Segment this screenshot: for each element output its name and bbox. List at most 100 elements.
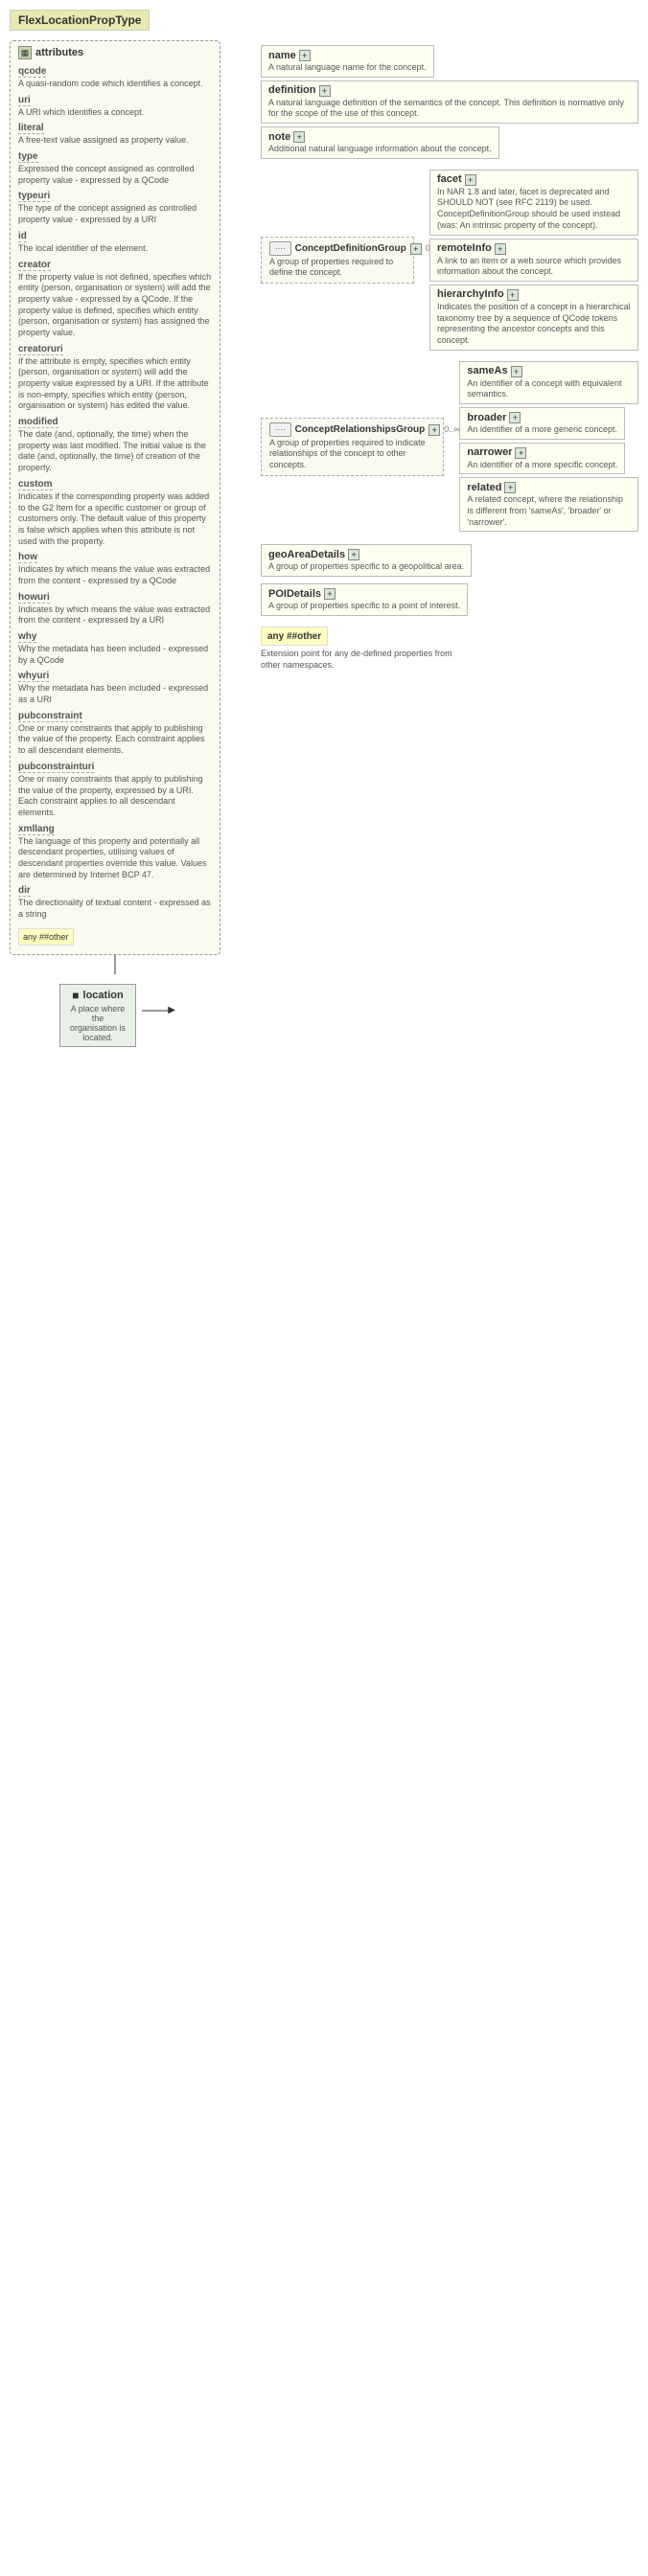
prop-related-expand[interactable]: +: [504, 482, 516, 493]
attr-id-name: id: [18, 231, 27, 242]
attr-typeuri-name: typeuri: [18, 191, 50, 202]
prop-note-box: note + Additional natural language infor…: [261, 126, 499, 159]
attr-uri: uri A URI which identifies a concept.: [18, 94, 212, 119]
attr-uri-name: uri: [18, 95, 31, 106]
prop-sameas-label: sameAs: [467, 365, 507, 376]
prop-name-expand[interactable]: +: [299, 50, 311, 61]
attr-pubconstrainturi-name: pubconstrainturi: [18, 762, 94, 773]
poi-expand[interactable]: +: [324, 588, 336, 600]
attr-literal: literal A free-text value assigned as pr…: [18, 122, 212, 147]
prop-note-expand[interactable]: +: [293, 131, 305, 143]
attr-why-name: why: [18, 631, 36, 643]
attr-howuri-desc: Indicates by which means the value was e…: [18, 604, 212, 627]
prop-remoteinfo-box: remoteInfo + A link to an item or a web …: [429, 239, 638, 282]
prop-definition-label: definition: [268, 84, 316, 96]
attr-custom-name: custom: [18, 479, 53, 490]
attr-id-desc: The local identifier of the element.: [18, 243, 212, 255]
poi-details-label: POIDetails: [268, 588, 321, 600]
concept-def-ellipsis: ····: [269, 241, 291, 256]
prop-broader-box: broader + An identifier of a more generi…: [459, 407, 625, 440]
attr-whyuri-name: whyuri: [18, 671, 49, 682]
attr-typeuri: typeuri The type of the concept assigned…: [18, 190, 212, 225]
attr-xmllang-desc: The language of this property and potent…: [18, 836, 212, 881]
attr-creator: creator If the property value is not def…: [18, 259, 212, 339]
location-desc: A place where the organisation is locate…: [68, 1004, 127, 1042]
attr-qcode-desc: A quasi-random code which identifies a c…: [18, 79, 212, 90]
prop-sameas-desc: An identifier of a concept with equivale…: [467, 378, 631, 400]
concept-rel-ellipsis: ····: [269, 422, 291, 437]
prop-name-box: name + A natural language name for the c…: [261, 45, 434, 78]
attr-any-other-label: any ##other: [23, 932, 69, 942]
attr-modified-name: modified: [18, 417, 58, 428]
attr-type-desc: Expressed the concept assigned as contro…: [18, 164, 212, 186]
prop-definition-expand[interactable]: +: [319, 85, 331, 97]
concept-rel-group-label: ConceptRelationshipsGroup: [295, 424, 426, 435]
attr-whyuri-desc: Why the metadata has been included - exp…: [18, 683, 212, 705]
location-icon: ■: [72, 989, 79, 1002]
concept-def-group-desc: A group of properties required to define…: [269, 257, 405, 279]
prop-related-label: related: [467, 482, 501, 493]
attr-pubconstrainturi: pubconstrainturi One or many constraints…: [18, 761, 212, 819]
prop-remoteinfo-label: remoteInfo: [437, 242, 492, 254]
prop-remoteinfo-expand[interactable]: +: [495, 243, 506, 255]
poi-details-row: POIDetails + A group of properties speci…: [261, 583, 638, 616]
attr-qcode-name: qcode: [18, 66, 46, 78]
attr-why: why Why the metadata has been included -…: [18, 630, 212, 666]
any-other-bottom-row: any ##other Extension point for any de-d…: [261, 627, 638, 671]
attributes-box: ▦ attributes qcode A quasi-random code w…: [10, 40, 220, 955]
prop-narrower-expand[interactable]: +: [515, 447, 526, 459]
geo-area-details-row: geoAreaDetails + A group of properties s…: [261, 544, 638, 577]
attr-creatoruri: creatoruri If the attribute is empty, sp…: [18, 343, 212, 412]
prop-facet-row: facet + In NAR 1.8 and later, facet is d…: [429, 170, 638, 236]
prop-facet-label: facet: [437, 173, 462, 185]
prop-narrower-box: narrower + An identifier of a more speci…: [459, 443, 625, 475]
prop-hierarchyinfo-desc: Indicates the position of a concept in a…: [437, 302, 631, 347]
location-box[interactable]: ■ location A place where the organisatio…: [59, 984, 136, 1047]
prop-facet-expand[interactable]: +: [465, 174, 476, 186]
diagram-container: FlexLocationPropType ▦ attributes qcode …: [0, 0, 648, 2576]
right-properties-list: name + A natural language name for the c…: [261, 45, 638, 671]
prop-broader-row: broader + An identifier of a more generi…: [459, 407, 638, 440]
attr-creatoruri-desc: If the attribute is empty, specifies whi…: [18, 356, 212, 412]
prop-facet-desc: In NAR 1.8 and later, facet is deprecate…: [437, 187, 631, 232]
connector-attr-location: [114, 955, 116, 974]
prop-name-desc: A natural language name for the concept.: [268, 62, 427, 74]
prop-definition-row: definition + A natural language definiti…: [261, 80, 638, 124]
prop-note-desc: Additional natural language information …: [268, 144, 492, 155]
attr-howuri-name: howuri: [18, 592, 50, 604]
prop-related-row: related + A related concept, where the r…: [459, 477, 638, 532]
concept-rel-group-box: ···· ConceptRelationshipsGroup + 0..∞ A …: [261, 418, 444, 476]
attr-id: id The local identifier of the element.: [18, 230, 212, 255]
attr-xmllang: xmllang The language of this property an…: [18, 823, 212, 881]
attr-how-name: how: [18, 552, 37, 563]
location-label: location: [83, 990, 124, 1001]
attr-literal-name: literal: [18, 123, 44, 134]
concept-rel-group-expand[interactable]: +: [428, 424, 440, 436]
prop-note-row: note + Additional natural language infor…: [261, 126, 638, 159]
prop-sameas-expand[interactable]: +: [511, 366, 522, 377]
attr-pubconstraint-name: pubconstraint: [18, 711, 82, 722]
any-other-bottom-label: any ##other: [267, 631, 321, 642]
prop-definition-box: definition + A natural language definiti…: [261, 80, 638, 124]
attr-custom-desc: Indicates if the corresponding property …: [18, 491, 212, 547]
attr-howuri: howuri Indicates by which means the valu…: [18, 591, 212, 627]
attr-pubconstraint-desc: One or many constraints that apply to pu…: [18, 723, 212, 757]
prop-related-desc: A related concept, where the relationshi…: [467, 494, 631, 528]
attr-whyuri: whyuri Why the metadata has been include…: [18, 670, 212, 705]
attr-dir-name: dir: [18, 885, 31, 897]
attr-pubconstrainturi-desc: One or many constraints that apply to pu…: [18, 774, 212, 819]
geo-area-expand[interactable]: +: [348, 549, 359, 560]
attr-type: type Expressed the concept assigned as c…: [18, 150, 212, 186]
attr-creator-desc: If the property value is not defined, sp…: [18, 272, 212, 339]
prop-broader-desc: An identifier of a more generic concept.: [467, 424, 617, 436]
concept-def-group-expand[interactable]: +: [410, 243, 422, 255]
attr-modified-desc: The date (and, optionally, the time) whe…: [18, 429, 212, 474]
prop-broader-expand[interactable]: +: [509, 412, 521, 423]
prop-hierarchyinfo-expand[interactable]: +: [507, 289, 519, 301]
attr-type-name: type: [18, 151, 38, 163]
geo-area-details-desc: A group of properties specific to a geop…: [268, 561, 464, 573]
any-other-bottom-desc: Extension point for any de-defined prope…: [261, 649, 472, 671]
attr-pubconstraint: pubconstraint One or many constraints th…: [18, 710, 212, 757]
attr-modified: modified The date (and, optionally, the …: [18, 416, 212, 474]
attr-dir: dir The directionality of textual conten…: [18, 884, 212, 920]
